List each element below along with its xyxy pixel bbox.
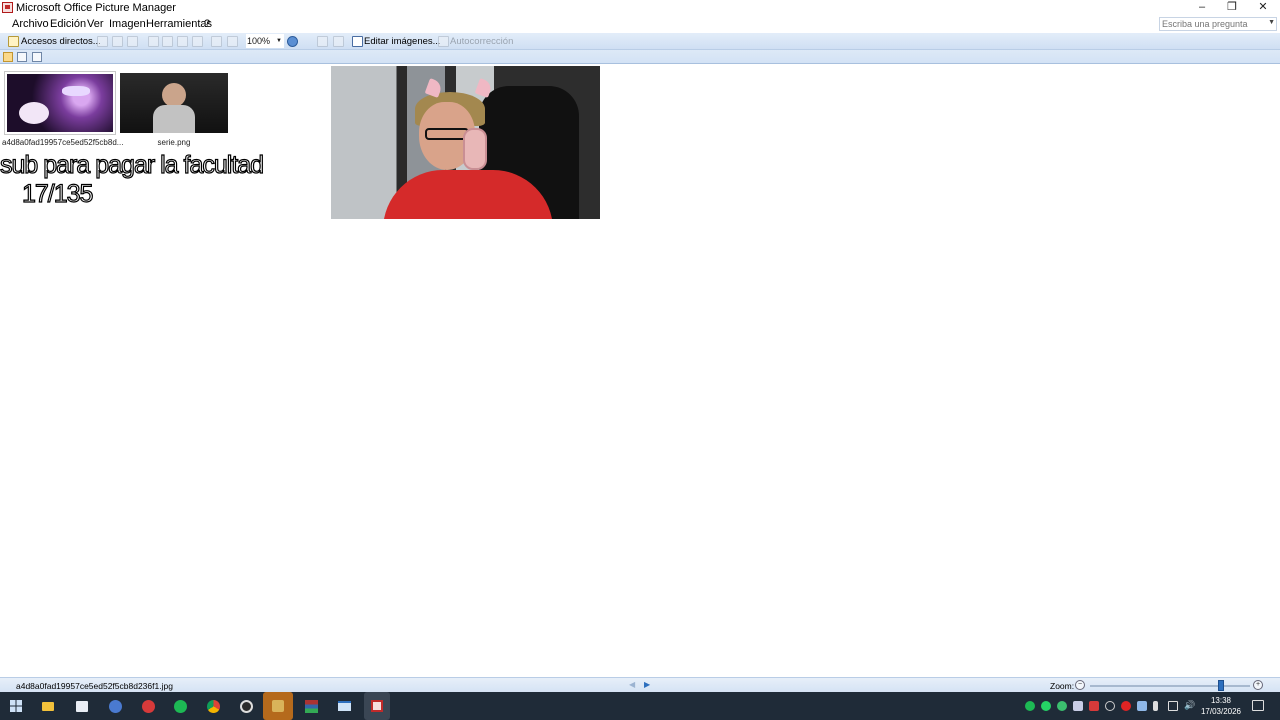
red-tray-icon[interactable] xyxy=(1089,701,1099,711)
rotate-right-icon[interactable] xyxy=(333,36,344,47)
red-app-icon[interactable] xyxy=(138,696,158,716)
windows-taskbar: 🔊 13:38 17/03/2026 xyxy=(0,692,1280,720)
spotify-tray-icon[interactable] xyxy=(1025,701,1035,711)
standard-toolbar: Accesos directos... Editar imágenes... A… xyxy=(0,33,1280,50)
previous-arrow-icon[interactable]: ◀ xyxy=(629,680,635,689)
cut-icon[interactable] xyxy=(148,36,159,47)
autocorrect-button[interactable]: Autocorrección xyxy=(450,36,513,47)
thumbnail-1[interactable] xyxy=(4,71,116,135)
zoom-in-icon[interactable]: + xyxy=(1253,680,1263,690)
zoom-slider-thumb[interactable] xyxy=(1218,680,1225,691)
paste-icon[interactable] xyxy=(177,36,188,47)
network-icon[interactable] xyxy=(1168,701,1178,711)
microphone-icon[interactable] xyxy=(1153,701,1158,711)
zoom-label: Zoom: xyxy=(1050,681,1075,691)
help-search-input[interactable] xyxy=(1160,18,1264,30)
settings-tray-icon[interactable] xyxy=(1105,701,1115,711)
stream-overlay-count: 17/135 xyxy=(21,179,94,208)
shortcuts-button[interactable]: Accesos directos... xyxy=(21,36,101,47)
anime-artwork-image xyxy=(7,74,113,132)
view-toolbar xyxy=(0,50,1280,64)
edit-images-icon xyxy=(352,36,363,47)
help-search-box[interactable]: ▼ xyxy=(1159,17,1277,31)
status-filename: a4d8a0fad19957ce5ed52f5cb8d236f1.jpg xyxy=(16,681,173,691)
filmstrip-view-icon[interactable] xyxy=(17,52,27,62)
chevron-down-icon[interactable]: ▼ xyxy=(1268,19,1275,26)
webcam-overlay xyxy=(331,66,603,219)
redo-icon[interactable] xyxy=(227,36,238,47)
volume-icon[interactable]: 🔊 xyxy=(1184,701,1195,711)
stream-overlay-goal: sub para pagar la facultad xyxy=(0,150,265,179)
zoom-value: 100% xyxy=(247,36,271,46)
help-icon[interactable] xyxy=(287,36,298,47)
taskbar-clock[interactable]: 13:38 17/03/2026 xyxy=(1200,695,1242,717)
record-tray-icon[interactable] xyxy=(1121,701,1131,711)
spotify-icon[interactable] xyxy=(170,696,190,716)
picture-manager-taskbar-icon[interactable] xyxy=(364,692,390,720)
menu-imagen[interactable]: Imagen xyxy=(109,18,146,30)
menu-herramientas[interactable]: Herramientas xyxy=(146,18,212,30)
shortcuts-icon xyxy=(8,36,19,47)
chevron-down-icon[interactable]: ▼ xyxy=(276,38,282,44)
chrome-icon[interactable] xyxy=(203,696,223,716)
menu-help[interactable]: ? xyxy=(204,18,210,30)
pink-headphones xyxy=(463,128,487,170)
league-of-legends-icon[interactable] xyxy=(263,692,293,720)
chrome-profile-icon[interactable] xyxy=(105,696,125,716)
menu-ver[interactable]: Ver xyxy=(87,18,104,30)
person-body-shape xyxy=(153,105,195,133)
store-icon[interactable] xyxy=(72,696,92,716)
print-icon[interactable] xyxy=(112,36,123,47)
status-bar: a4d8a0fad19957ce5ed52f5cb8d236f1.jpg ◀ ▶… xyxy=(0,677,1280,692)
window-app-icon[interactable] xyxy=(334,696,354,716)
undo-icon[interactable] xyxy=(211,36,222,47)
save-icon[interactable] xyxy=(97,36,108,47)
windows-start-icon[interactable] xyxy=(10,700,22,712)
zoom-select[interactable]: 100% ▼ xyxy=(246,34,284,48)
delete-icon[interactable] xyxy=(192,36,203,47)
menu-archivo[interactable]: Archivo xyxy=(12,18,49,30)
file-explorer-icon[interactable] xyxy=(38,696,58,716)
copy-icon[interactable] xyxy=(162,36,173,47)
email-icon[interactable] xyxy=(127,36,138,47)
single-view-icon[interactable] xyxy=(32,52,42,62)
autocorrect-icon xyxy=(438,36,449,47)
thumbnail-2[interactable] xyxy=(120,73,228,133)
obs-icon[interactable] xyxy=(236,696,256,716)
steam-tray-icon[interactable] xyxy=(1137,701,1147,711)
edit-images-button[interactable]: Editar imágenes... xyxy=(364,36,441,47)
whatsapp-tray-icon[interactable] xyxy=(1041,701,1051,711)
thumbnail-1-caption: a4d8a0fad19957ce5ed52f5cb8d... xyxy=(2,138,124,147)
webcam-edge xyxy=(600,66,603,219)
next-arrow-icon[interactable]: ▶ xyxy=(644,680,650,689)
menu-bar: Archivo Edición Ver Imagen Herramientas … xyxy=(0,16,1280,33)
clock-time: 13:38 xyxy=(1210,696,1232,705)
close-button[interactable]: ✕ xyxy=(1248,0,1278,16)
thumbnail-view-icon[interactable] xyxy=(3,52,13,62)
person-head-shape xyxy=(162,83,186,107)
zoom-out-icon[interactable]: − xyxy=(1075,680,1085,690)
restore-button[interactable]: ❐ xyxy=(1217,0,1247,16)
picture-manager-icon xyxy=(2,2,13,13)
minimize-button[interactable]: – xyxy=(1187,0,1217,16)
title-bar: Microsoft Office Picture Manager – ❐ ✕ xyxy=(0,0,1280,16)
window-title: Microsoft Office Picture Manager xyxy=(16,2,176,14)
zoom-slider-track[interactable] xyxy=(1090,685,1250,687)
clock-date: 17/03/2026 xyxy=(1200,707,1242,716)
discord-tray-icon[interactable] xyxy=(1073,701,1083,711)
rotate-left-icon[interactable] xyxy=(317,36,328,47)
winrar-icon[interactable] xyxy=(301,696,321,716)
picture-pane: a4d8a0fad19957ce5ed52f5cb8d... serie.png… xyxy=(0,65,1280,677)
chrome-tray-icon[interactable] xyxy=(1057,701,1067,711)
menu-edicion[interactable]: Edición xyxy=(50,18,86,30)
notification-icon[interactable] xyxy=(1252,700,1264,711)
thumbnail-2-caption: serie.png xyxy=(157,138,191,147)
